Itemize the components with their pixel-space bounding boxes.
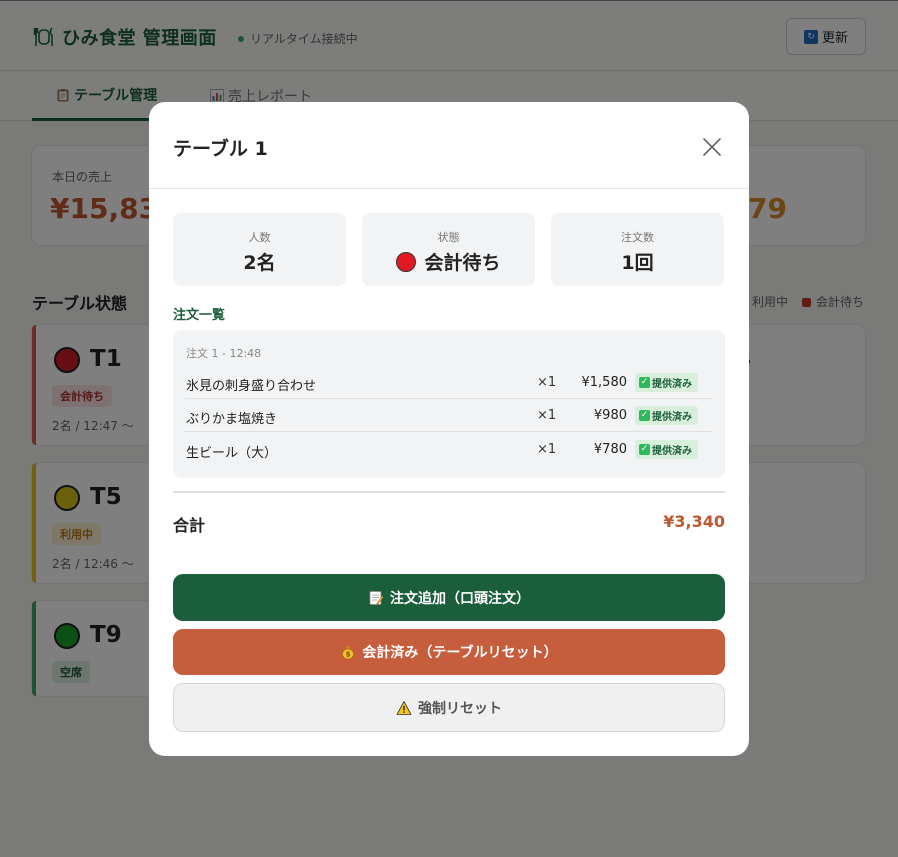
total-label: 合計 — [173, 516, 206, 535]
checkout-label: 会計済み（テーブルリセット） — [362, 645, 558, 661]
info-value-text: 2名 — [243, 252, 276, 274]
warning-icon — [396, 700, 412, 715]
force-reset-button[interactable]: 強制リセット — [173, 683, 725, 732]
info-value-text: 1回 — [621, 252, 654, 274]
check-icon: ✓ — [639, 377, 650, 388]
served-label: 提供済み — [652, 379, 692, 390]
served-label: 提供済み — [652, 446, 692, 457]
served-badge[interactable]: ✓ 提供済み — [635, 373, 698, 392]
info-value: 会計待ち — [362, 248, 535, 275]
close-button[interactable] — [697, 132, 727, 162]
svg-text:$: $ — [346, 651, 351, 659]
orders-list: 注文 1 - 12:48 氷見の刺身盛り合わせ ×1 ¥1,580 ✓ 提供済み … — [173, 330, 725, 478]
info-guests: 人数 2名 — [173, 213, 346, 286]
add-order-button[interactable]: 注文追加（口頭注文） — [173, 574, 725, 621]
item-name: 生ビール（大） — [186, 446, 278, 461]
served-badge[interactable]: ✓ 提供済み — [635, 440, 698, 459]
orders-title: 注文一覧 — [173, 308, 226, 323]
order-item-row: ぶりかま塩焼き ×1 ¥980 ✓ 提供済み — [185, 399, 713, 432]
order-item-row: 生ビール（大） ×1 ¥780 ✓ 提供済み — [185, 433, 713, 466]
item-qty: ×1 — [537, 442, 557, 457]
item-qty: ×1 — [537, 375, 557, 390]
item-qty: ×1 — [537, 408, 557, 423]
served-label: 提供済み — [652, 412, 692, 423]
close-icon — [703, 138, 721, 156]
item-name: ぶりかま塩焼き — [186, 412, 278, 427]
item-price: ¥780 — [593, 442, 627, 457]
check-icon: ✓ — [639, 410, 650, 421]
order-item-row: 氷見の刺身盛り合わせ ×1 ¥1,580 ✓ 提供済み — [185, 366, 713, 399]
info-value: 2名 — [173, 248, 346, 275]
item-name: 氷見の刺身盛り合わせ — [186, 379, 317, 394]
memo-icon — [369, 590, 384, 605]
total-value: ¥3,340 — [663, 512, 725, 531]
table-detail-modal: テーブル 1 人数 2名 状態 会計待ち 注文数 1回 注文一覧 注文 1 - … — [149, 102, 749, 756]
info-status: 状態 会計待ち — [362, 213, 535, 286]
info-value-text: 会計待ち — [424, 252, 501, 274]
order-header: 注文 1 - 12:48 — [186, 347, 262, 360]
info-value: 1回 — [551, 248, 724, 275]
red-circle-icon — [396, 251, 417, 272]
force-reset-label: 強制リセット — [418, 700, 502, 717]
modal-divider — [149, 188, 749, 189]
money-bag-icon: $ — [342, 646, 355, 660]
total-divider — [173, 491, 725, 493]
info-label: 人数 — [248, 231, 271, 244]
item-price: ¥1,580 — [581, 375, 628, 390]
check-icon: ✓ — [639, 444, 650, 455]
modal-title: テーブル 1 — [173, 138, 268, 160]
info-label: 注文数 — [621, 231, 654, 244]
item-price: ¥980 — [593, 408, 627, 423]
info-order-count: 注文数 1回 — [551, 213, 724, 286]
info-label: 状態 — [437, 231, 460, 244]
served-badge[interactable]: ✓ 提供済み — [635, 406, 698, 425]
checkout-button[interactable]: $ 会計済み（テーブルリセット） — [173, 629, 725, 675]
add-order-label: 注文追加（口頭注文） — [390, 590, 530, 607]
